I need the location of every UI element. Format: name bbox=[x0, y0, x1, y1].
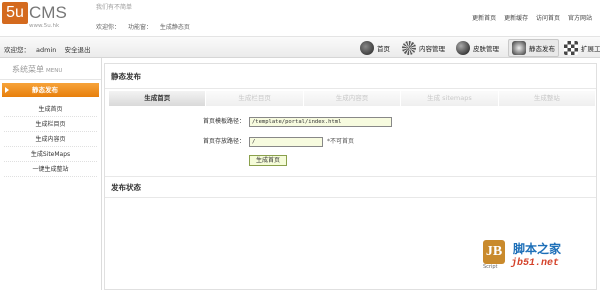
update-cache-link[interactable]: 更新缓存 bbox=[504, 15, 528, 22]
skin-icon bbox=[456, 41, 470, 55]
sidebar-title-en: MENU bbox=[46, 68, 63, 74]
sidebar-item-generate-column[interactable]: 生成栏目页 bbox=[4, 117, 97, 132]
watermark-script: Script bbox=[483, 264, 498, 270]
tab-generate-site[interactable]: 生成整站 bbox=[498, 91, 597, 106]
breadcrumb-item: 生成静态页 bbox=[159, 24, 190, 31]
sidebar-title: 系统菜单 MENU bbox=[0, 58, 101, 80]
sidebar-item-generate-site[interactable]: 一键生成整站 bbox=[4, 162, 97, 177]
template-path-label: 首页模板路径： bbox=[202, 118, 245, 125]
nav-skin[interactable]: 皮肤管理 bbox=[456, 39, 499, 57]
username: admin bbox=[36, 46, 57, 54]
sidebar-section-label: 静态发布 bbox=[32, 86, 58, 94]
nav-label: 首页 bbox=[377, 45, 390, 53]
nav-home[interactable]: 首页 bbox=[360, 39, 390, 57]
welcome-label: 欢迎您： bbox=[4, 46, 30, 54]
content-icon bbox=[402, 41, 416, 55]
top-links: 更新首页 更新缓存 访问首页 官方网站 bbox=[466, 13, 592, 22]
official-site-link[interactable]: 官方网站 bbox=[568, 15, 592, 22]
breadcrumb: 欢迎你： 功能窗： 生成静态页 bbox=[96, 22, 196, 31]
nav-publish[interactable]: 静态发布 bbox=[508, 39, 559, 57]
tab-generate-column[interactable]: 生成栏目页 bbox=[206, 91, 304, 106]
nav-label: 内容管理 bbox=[419, 45, 445, 53]
top-header: 5u CMS www.5u.hk 我们有不简单 欢迎你： 功能窗： 生成静态页 … bbox=[0, 0, 600, 36]
nav-label: 皮肤管理 bbox=[473, 45, 499, 53]
nav-content[interactable]: 内容管理 bbox=[402, 39, 445, 57]
sidebar: 系统菜单 MENU 静态发布 生成首页 生成栏目页 生成内容页 生成SiteMap… bbox=[0, 58, 102, 290]
page-title: 静态发布 bbox=[105, 64, 596, 89]
logo-url: www.5u.hk bbox=[29, 23, 60, 29]
nav-label: 扩展工 bbox=[581, 45, 600, 53]
logo-text: CMS bbox=[29, 3, 67, 22]
logo-mark: 5u bbox=[2, 2, 28, 24]
publish-icon bbox=[512, 41, 526, 55]
sidebar-item-generate-home[interactable]: 生成首页 bbox=[4, 102, 97, 117]
save-path-input[interactable]: / bbox=[249, 137, 323, 147]
publish-status-title: 发布状态 bbox=[105, 176, 596, 198]
nav-extend[interactable]: 扩展工 bbox=[564, 39, 600, 57]
template-path-input[interactable]: /template/portal/index.html bbox=[249, 117, 392, 127]
home-icon bbox=[360, 41, 374, 55]
logout-link[interactable]: 安全退出 bbox=[64, 46, 90, 54]
sidebar-item-generate-content[interactable]: 生成内容页 bbox=[4, 132, 97, 147]
sidebar-section-publish[interactable]: 静态发布 bbox=[2, 83, 99, 97]
jb51-logo-icon: JB bbox=[483, 240, 505, 264]
extend-icon bbox=[564, 41, 578, 55]
save-path-hint: *不可首页 bbox=[327, 138, 355, 145]
slogan: 我们有不简单 bbox=[96, 4, 133, 11]
nav-label: 静态发布 bbox=[529, 45, 555, 53]
tab-generate-sitemaps[interactable]: 生成 sitemaps bbox=[401, 91, 499, 106]
visit-home-link[interactable]: 访问首页 bbox=[536, 15, 560, 22]
watermark-url: jb51.net bbox=[511, 258, 560, 269]
breadcrumb-item: 功能窗： bbox=[127, 24, 152, 31]
generate-home-button[interactable]: 生成首页 bbox=[249, 155, 287, 166]
tab-bar: 生成首页 生成栏目页 生成内容页 生成 sitemaps 生成整站 bbox=[109, 91, 597, 106]
watermark-cn: 脚本之家 bbox=[513, 242, 562, 256]
save-path-label: 首页存放路径： bbox=[202, 138, 245, 145]
watermark: JB Script 脚本之家 jb51.net bbox=[483, 238, 598, 274]
user-bar: 欢迎您： admin 安全退出 首页 内容管理 皮肤管理 静态发布 扩展工 bbox=[0, 36, 600, 58]
sidebar-item-generate-sitemaps[interactable]: 生成SiteMaps bbox=[4, 147, 97, 162]
breadcrumb-item: 欢迎你： bbox=[96, 24, 121, 31]
arrow-right-icon bbox=[5, 87, 9, 93]
tab-generate-home[interactable]: 生成首页 bbox=[109, 91, 207, 106]
update-home-link[interactable]: 更新首页 bbox=[472, 15, 496, 22]
tab-generate-content[interactable]: 生成内容页 bbox=[303, 91, 402, 106]
logo[interactable]: 5u CMS www.5u.hk bbox=[2, 2, 67, 30]
sidebar-title-text: 系统菜单 bbox=[12, 65, 44, 74]
user-info: 欢迎您： admin 安全退出 bbox=[4, 44, 96, 54]
